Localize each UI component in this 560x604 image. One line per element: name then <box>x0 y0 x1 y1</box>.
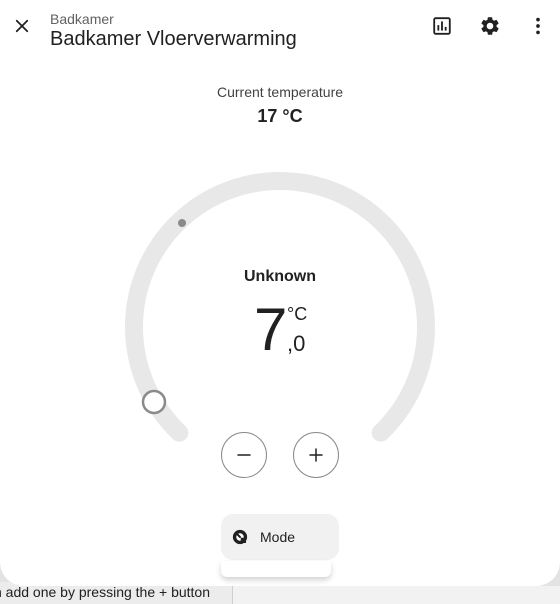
more-button[interactable] <box>524 12 552 40</box>
chart-icon <box>433 17 451 35</box>
close-icon <box>15 19 29 33</box>
current-temperature-label: Current temperature <box>216 84 344 100</box>
plus-icon <box>309 448 323 462</box>
mode-label: Mode <box>260 529 296 545</box>
background-hint-text: n add one by pressing the + button <box>0 584 210 600</box>
target-temperature-unit: °C <box>287 304 308 324</box>
more-info-dialog: Badkamer Badkamer Vloerverwarming Curren… <box>0 0 560 586</box>
close-button[interactable] <box>6 10 38 42</box>
gear-icon <box>481 17 499 35</box>
current-temperature-marker <box>178 219 186 227</box>
dial-slider-handle[interactable] <box>141 389 167 415</box>
current-temperature-value: 17 °C <box>257 106 303 126</box>
increase-temperature-button[interactable] <box>293 432 339 478</box>
decrease-temperature-button[interactable] <box>221 432 267 478</box>
hvac-action-status: Unknown <box>244 268 316 285</box>
target-temperature-integer: 7 <box>254 296 288 363</box>
settings-button[interactable] <box>476 12 504 40</box>
target-temperature-decimal: ,0 <box>287 331 306 356</box>
dialog-title: Badkamer Vloerverwarming <box>50 28 297 50</box>
breadcrumb: Badkamer <box>50 11 114 27</box>
history-button[interactable] <box>428 12 456 40</box>
mode-dropdown-edge <box>221 561 331 577</box>
thermostat-mode-icon <box>232 529 248 545</box>
minus-icon <box>237 454 251 456</box>
mode-button[interactable]: Mode <box>221 514 339 560</box>
page: n add one by pressing the + button Badka… <box>0 0 560 604</box>
more-vert-icon <box>536 17 540 35</box>
